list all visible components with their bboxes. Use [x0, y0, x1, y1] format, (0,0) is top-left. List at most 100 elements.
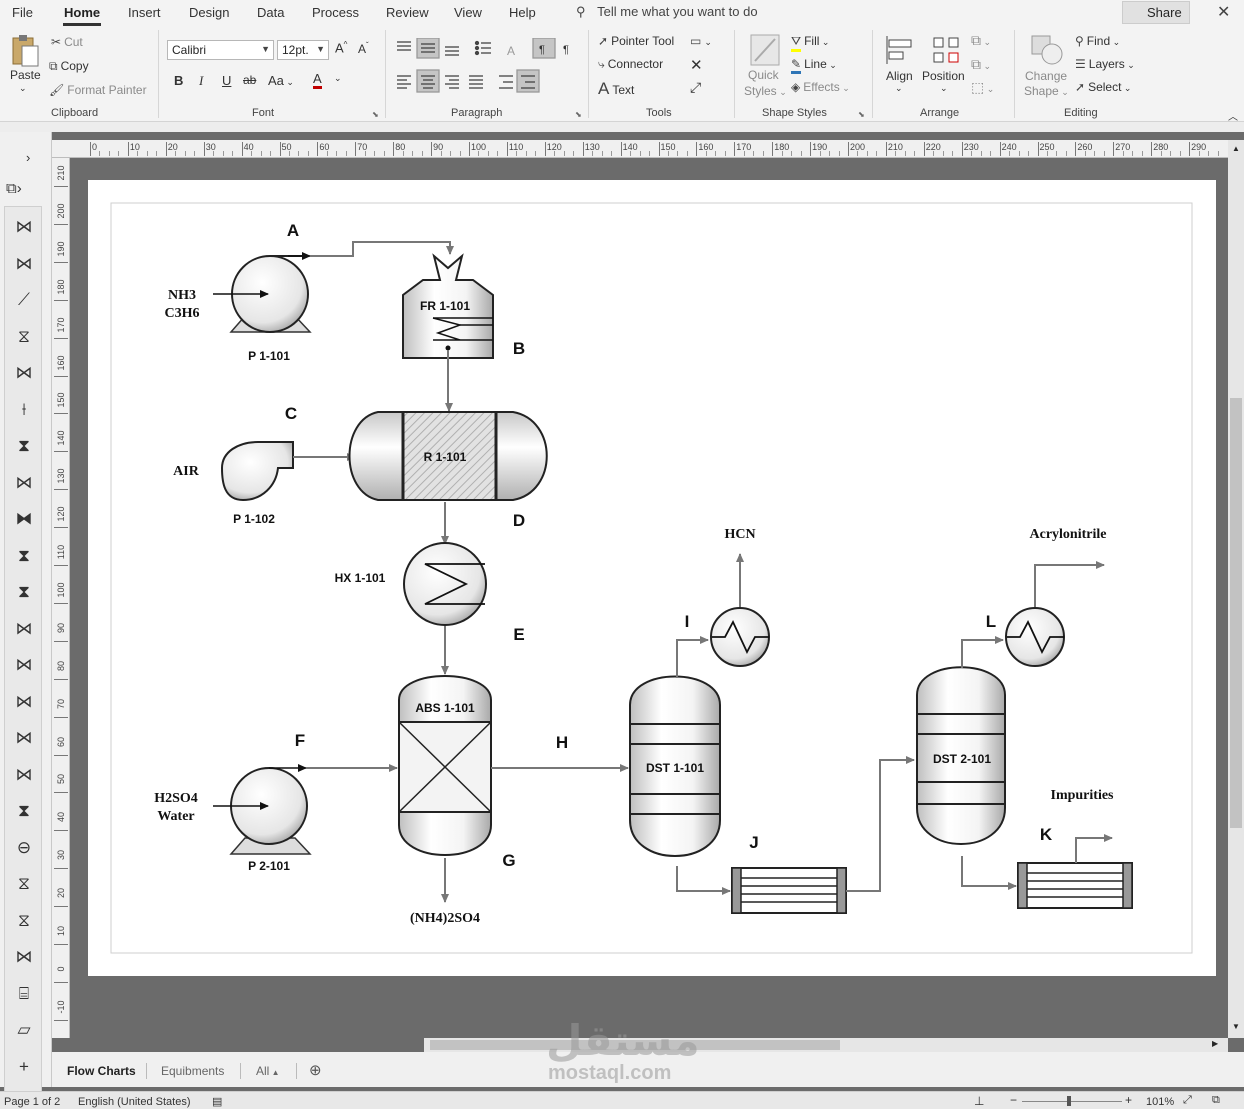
collapse-ribbon-icon[interactable]: ︿ [1228, 108, 1238, 123]
strikethrough-button[interactable]: ab [243, 73, 256, 87]
valve-shape-icon[interactable]: ⋈ [11, 728, 37, 750]
tab-flow-charts[interactable]: Flow Charts [67, 1064, 136, 1078]
switch-windows-icon[interactable]: ⧉ [1212, 1094, 1220, 1107]
valve-shape-icon[interactable]: ⋈ [11, 655, 37, 677]
font-name-combo[interactable]: Calibri ▼ [167, 40, 274, 60]
blower-p1-102[interactable] [220, 441, 294, 502]
menu-insert[interactable]: Insert [128, 5, 161, 20]
add-page-icon[interactable]: ⊕ [309, 1061, 322, 1079]
fill-button[interactable]: ⛛ Fill ⌄ [791, 34, 829, 52]
valve-shape-icon[interactable]: ⟋ [11, 290, 37, 312]
valve-shape-icon[interactable]: ⋈ [11, 765, 37, 787]
connector-button[interactable]: ⤷ Connector [598, 57, 663, 72]
dialog-launcher-icon[interactable]: ⬊ [575, 110, 582, 119]
font-size-combo[interactable]: 12pt. ▼ [277, 40, 329, 60]
heat-exchanger-hx1-101[interactable] [403, 542, 487, 626]
effects-button[interactable]: ◈ Effects ⌄ [791, 80, 850, 94]
valve-shape-icon[interactable]: ⧗ [11, 436, 37, 458]
zoom-level[interactable]: 101% [1146, 1096, 1174, 1108]
vertical-scroll-thumb[interactable] [1230, 398, 1242, 828]
valve-shape-icon[interactable]: ⋈ [11, 473, 37, 495]
menu-process[interactable]: Process [312, 5, 359, 20]
valve-shape-icon[interactable]: + [11, 1057, 37, 1079]
select-button[interactable]: ➚ Select ⌄ [1075, 80, 1131, 94]
group-icon[interactable]: ⬚ ⌄ [971, 79, 994, 96]
valve-shape-icon[interactable]: ⋈ [11, 363, 37, 385]
tab-all[interactable]: All ▲ [256, 1064, 279, 1078]
expand-panel-icon[interactable]: › [26, 150, 30, 165]
quick-styles-button[interactable]: Quick [748, 68, 779, 82]
scroll-right-icon[interactable]: ▶ [1212, 1039, 1218, 1048]
font-color-button[interactable]: A [313, 71, 322, 89]
change-shape-button[interactable]: Change [1025, 69, 1067, 83]
valve-shape-icon[interactable]: ⧖ [11, 327, 37, 349]
styles-button[interactable]: Styles ⌄ [744, 84, 787, 98]
tell-me-box[interactable]: ⚲ Tell me what you want to do [576, 4, 758, 20]
chevron-down-icon[interactable]: ⌄ [895, 83, 903, 94]
language[interactable]: English (United States) [78, 1096, 191, 1108]
valve-shape-icon[interactable]: ⋈ [11, 217, 37, 239]
send-backward-icon[interactable]: ⧉ ⌄ [971, 56, 991, 73]
change-case-button[interactable]: Aa ⌄ [268, 73, 294, 88]
tab-equipments[interactable]: Equibments [161, 1064, 224, 1078]
grow-font-button[interactable]: A^ [335, 40, 347, 55]
valve-shape-icon[interactable]: ⋈ [11, 254, 37, 276]
condenser-2[interactable] [1005, 607, 1065, 667]
cut-button[interactable]: ✂ Cut [51, 35, 83, 49]
menu-review[interactable]: Review [386, 5, 429, 20]
menu-file[interactable]: File [12, 5, 33, 20]
cooler-j[interactable] [731, 867, 847, 914]
drawing-canvas[interactable]: P 1-101 NH3 C3H6 A FR 1-101 B P 1-102 AI… [70, 158, 1228, 1038]
more-shapes-icon[interactable]: ⧉› [6, 180, 22, 197]
zoom-slider[interactable] [1022, 1101, 1122, 1102]
dialog-launcher-icon[interactable]: ⬊ [372, 110, 379, 119]
quick-styles-icon[interactable] [750, 34, 780, 66]
dialog-launcher-icon[interactable]: ⬊ [858, 110, 865, 119]
close-shape-icon[interactable]: ✕ [690, 56, 703, 74]
page-number[interactable]: Page 1 of 2 [4, 1096, 60, 1108]
valve-shape-icon[interactable]: ⧖ [11, 911, 37, 933]
position-button[interactable]: Position [922, 69, 965, 83]
cooler-k[interactable] [1017, 862, 1133, 909]
valve-shape-icon[interactable]: ⧗ [11, 546, 37, 568]
menu-help[interactable]: Help [509, 5, 536, 20]
valve-shape-icon[interactable]: ⟊ [11, 400, 37, 422]
pump-p2-101[interactable] [213, 767, 312, 855]
find-button[interactable]: ⚲ Find ⌄ [1075, 34, 1120, 48]
scroll-up-icon[interactable]: ▲ [1232, 144, 1240, 153]
fit-page-icon[interactable]: ⤢ [1183, 1094, 1192, 1107]
valve-shape-icon[interactable]: ⧗ [11, 801, 37, 823]
copy-button[interactable]: ⧉ Copy [49, 59, 89, 74]
macro-icon[interactable]: ▤ [212, 1095, 222, 1108]
valve-shape-icon[interactable]: ⊖ [11, 838, 37, 860]
paragraph-controls[interactable]: A ¶ ¶ [393, 38, 583, 108]
pointer-tool-button[interactable]: ➚ Pointer Tool [598, 34, 674, 48]
align-button[interactable]: Align [886, 69, 913, 83]
bold-button[interactable]: B [174, 73, 183, 88]
bring-forward-icon[interactable]: ⧉ ⌄ [971, 32, 991, 49]
text-tool-button[interactable]: A Text [598, 79, 634, 99]
layers-button[interactable]: ☰ Layers ⌄ [1075, 57, 1135, 71]
drawing-page[interactable]: P 1-101 NH3 C3H6 A FR 1-101 B P 1-102 AI… [88, 180, 1216, 976]
zoom-in-icon[interactable]: + [1125, 1093, 1132, 1107]
menu-view[interactable]: View [454, 5, 482, 20]
valve-shape-icon[interactable]: ⋈ [11, 692, 37, 714]
change-shape-icon[interactable] [1030, 34, 1064, 66]
valve-shape-icon[interactable]: ⧓ [11, 509, 37, 531]
valve-shape-icon[interactable]: ⧖ [11, 874, 37, 896]
position-icon[interactable] [930, 34, 962, 66]
chevron-down-icon[interactable]: ⌄ [940, 83, 948, 94]
zoom-out-icon[interactable]: − [1010, 1093, 1017, 1107]
condenser-1[interactable] [710, 607, 770, 667]
close-icon[interactable]: ✕ [1217, 2, 1230, 22]
paste-button[interactable]: Paste [10, 68, 41, 82]
chevron-down-icon[interactable]: ⌄ [334, 73, 342, 84]
paste-dropdown-icon[interactable]: ⌄ [19, 83, 27, 94]
valve-shape-icon[interactable]: ⧗ [11, 582, 37, 604]
valve-shape-icon[interactable]: ⋈ [11, 947, 37, 969]
pump-p1-101[interactable] [213, 255, 312, 333]
presentation-icon[interactable]: ⊥ [974, 1094, 984, 1108]
shape-button[interactable]: Shape ⌄ [1024, 84, 1069, 98]
shrink-font-button[interactable]: Aˇ [358, 41, 369, 56]
horizontal-scroll-thumb[interactable] [430, 1040, 840, 1050]
